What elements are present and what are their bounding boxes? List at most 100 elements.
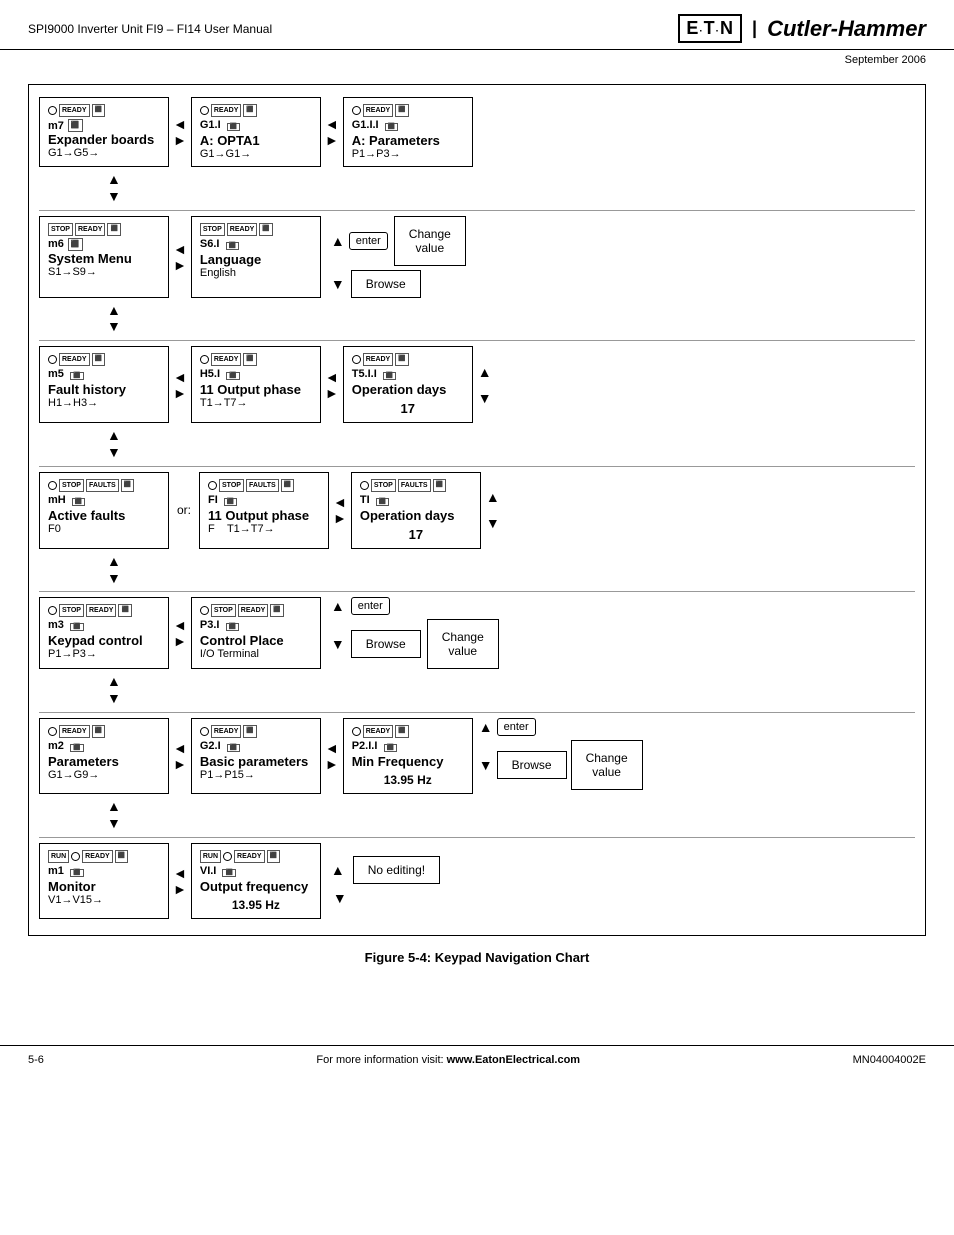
indicator-circle	[208, 481, 217, 490]
row3-col2-range: T1→T7→	[200, 397, 312, 409]
indicator-ready: READY	[59, 104, 90, 117]
enter-button[interactable]: enter	[351, 597, 390, 615]
indicator-small: ⬛	[267, 850, 280, 863]
browse-box: Browse	[351, 270, 421, 298]
row7-col1-title: Monitor	[48, 879, 160, 894]
row6-col2-range: P1→P15→	[200, 769, 312, 781]
row2-col2-indicators: STOP READY ⬛	[200, 223, 312, 236]
change-value-box: Changevalue	[394, 216, 466, 266]
menu-id-g2i: G2.I ⬛	[200, 740, 312, 754]
indicator-ready: READY	[59, 353, 90, 366]
footer-center: For more information visit: www.EatonEle…	[316, 1054, 580, 1066]
left-arrow: ◄	[173, 865, 187, 881]
row6-col1-range: G1→G9→	[48, 769, 160, 781]
row4-col3-value: 17	[360, 527, 472, 542]
enter-button[interactable]: enter	[497, 718, 536, 736]
vert-arrows-67: ▲ ▼	[107, 798, 121, 832]
indicator-faults: FAULTS	[86, 479, 119, 492]
up-arrow: ▲	[107, 553, 121, 570]
row2-col2-range: English	[200, 267, 312, 279]
row1-arrows-12: ◄ ►	[173, 97, 187, 167]
row4-arrows-23: ◄ ►	[333, 472, 347, 549]
up-arrow: ▲	[107, 798, 121, 815]
row3: READY ⬛ m5 ⬛ Fault history H1→H3→ ◄ ► RE…	[39, 346, 915, 423]
row6-col1: READY ⬛ m2 ⬛ Parameters G1→G9→	[39, 718, 169, 794]
row5-enter-row: ▲ enter	[331, 597, 499, 615]
row3-col3: READY ⬛ T5.I.I ⬛ Operation days 17	[343, 346, 473, 423]
menu-id-vii: VI.I ⬛	[200, 865, 312, 879]
vert-arrows-45: ▲ ▼	[107, 553, 121, 587]
page-footer: 5-6 For more information visit: www.Eato…	[0, 1045, 954, 1074]
row3-col2: READY ⬛ H5.I ⬛ 11 Output phase T1→T7→	[191, 346, 321, 423]
row5-col1-title: Keypad control	[48, 633, 160, 648]
up-arrow: ▲	[478, 364, 492, 380]
row5-col2-title: Control Place	[200, 633, 312, 648]
menu-id-ti: TI ⬛	[360, 494, 472, 508]
menu-id-g1i: G1.I ⬛	[200, 119, 312, 133]
menu-id-fi: FI ⬛	[208, 494, 320, 508]
date-label: September 2006	[0, 50, 954, 74]
row4-col1-range: F0	[48, 523, 160, 535]
menu-id-m2: m2 ⬛	[48, 740, 160, 754]
page-header: SPI9000 Inverter Unit FI9 – FI14 User Ma…	[0, 0, 954, 50]
row2-col2-title: Language	[200, 252, 312, 267]
row3-content: READY ⬛ m5 ⬛ Fault history H1→H3→ ◄ ► RE…	[39, 346, 915, 423]
indicator-circle	[48, 606, 57, 615]
indicator-stop: STOP	[371, 479, 396, 492]
no-editing-box: No editing!	[353, 856, 440, 884]
row6-col1-title: Parameters	[48, 754, 160, 769]
row6-arrows-12: ◄ ►	[173, 718, 187, 794]
indicator-small: ⬛	[395, 104, 408, 117]
row6-col1-indicators: READY ⬛	[48, 725, 160, 738]
indicator-ready: READY	[363, 104, 394, 117]
row1: READY ⬛ m7 ⬛ Expander boards G1→G5→ ◄ ►	[39, 97, 915, 167]
left-arrow: ◄	[173, 740, 187, 756]
row3-col2-indicators: READY ⬛	[200, 353, 312, 366]
or-label: or:	[169, 472, 199, 549]
indicator-small: ⬛	[115, 850, 128, 863]
row1-col1-indicators: READY ⬛	[48, 104, 160, 117]
row7: RUN READY ⬛ m1 ⬛ Monitor V1→V15→ ◄ ► RUN…	[39, 843, 915, 919]
row4-col2-range: F T1→T7→	[208, 523, 320, 535]
row5-content: STOP READY ⬛ m3 ⬛ Keypad control P1→P3→ …	[39, 597, 915, 669]
row4-col3-indicators: STOP FAULTS ⬛	[360, 479, 472, 492]
row1-col1-title: Expander boards	[48, 132, 160, 147]
row2-browse: ▼ Browse	[331, 270, 466, 298]
indicator-small: ⬛	[243, 353, 256, 366]
indicator-ready: READY	[82, 850, 113, 863]
indicator-small: ⬛	[243, 725, 256, 738]
row7-col1: RUN READY ⬛ m1 ⬛ Monitor V1→V15→	[39, 843, 169, 919]
between-row1-row2: ▲ ▼	[39, 171, 915, 205]
up-arrow-enter: ▲ enter	[331, 232, 388, 250]
right-arrow: ►	[325, 385, 339, 401]
footer-doc-number: MN04004002E	[853, 1054, 926, 1066]
row5-col1: STOP READY ⬛ m3 ⬛ Keypad control P1→P3→	[39, 597, 169, 669]
left-arrow: ◄	[325, 369, 339, 385]
row7-col3-special: ▲ No editing! ▼	[331, 843, 440, 919]
row1-col3-range: P1→P3→	[352, 148, 464, 160]
right-arrow: ►	[173, 881, 187, 897]
vert-arrows-23: ▲ ▼	[107, 302, 121, 336]
row6-browse-change-row: ▼ Browse Changevalue	[479, 740, 643, 790]
navigation-diagram: READY ⬛ m7 ⬛ Expander boards G1→G5→ ◄ ►	[28, 84, 926, 936]
between-row4-row5: ▲ ▼	[39, 553, 915, 587]
enter-button[interactable]: enter	[349, 232, 388, 250]
indicator-ready: READY	[75, 223, 106, 236]
row3-col1-range: H1→H3→	[48, 397, 160, 409]
row6-arrows-23: ◄ ►	[325, 718, 339, 794]
indicator-small: ⬛	[118, 604, 131, 617]
row2: STOP READY ⬛ m6 ⬛ System Menu S1→S9→ ◄ ►…	[39, 216, 915, 298]
down-arrow: ▼	[107, 188, 121, 205]
down-arrow: ▼	[331, 276, 345, 292]
small-box2: ⬛	[226, 242, 239, 250]
row2-col1-range: S1→S9→	[48, 266, 160, 278]
small-box: ⬛	[68, 119, 83, 132]
row7-up-noedit: ▲ No editing!	[331, 856, 440, 884]
small-box3: ⬛	[383, 372, 396, 380]
row7-col2-value: 13.95 Hz	[200, 898, 312, 912]
right-arrow: ►	[173, 132, 187, 148]
indicator-faults: FAULTS	[246, 479, 279, 492]
down-arrow: ▼	[486, 515, 500, 531]
browse-box: Browse	[497, 751, 567, 779]
row4-right-arrows: ▲ ▼	[486, 472, 500, 549]
